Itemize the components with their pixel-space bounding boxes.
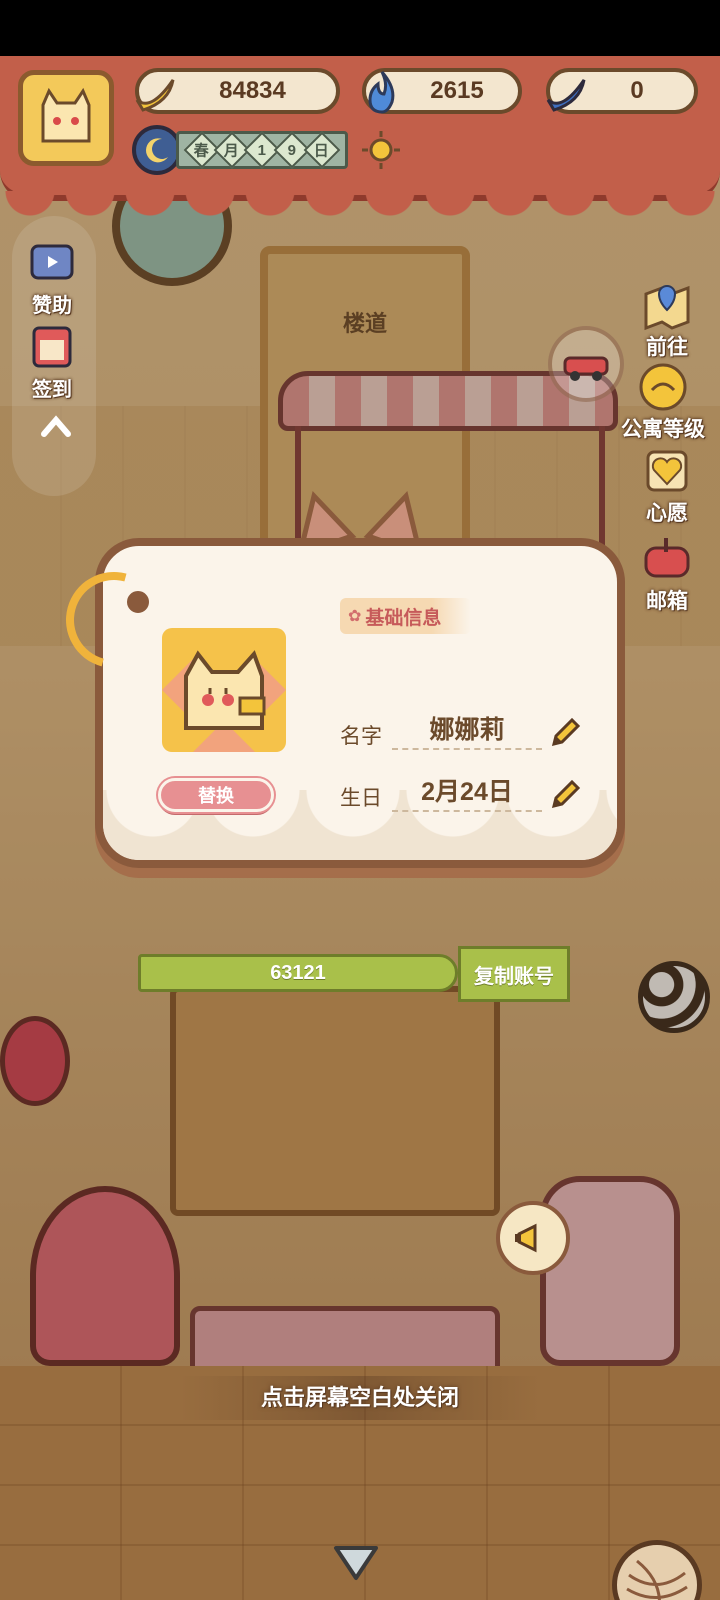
edit-birthday-pencil-icon[interactable] [548,778,582,812]
apartment-level-button[interactable]: 公寓等级 [608,356,718,443]
goto-button[interactable]: 前往 [612,274,720,361]
blue-banana-icon [546,79,586,112]
megaphone-button[interactable] [496,1201,570,1275]
game-scene[interactable]: 楼道 84834 2615 0 春 月 1 9 日 赞助 签到 前往 公寓等级 … [0,56,720,1600]
birthday-label: 生日 [340,787,382,810]
date-day-char: 日 [314,142,330,160]
date-digit-2: 9 [287,141,297,159]
account-id: 63121 [138,954,458,992]
checkin-label: 签到 [32,379,72,401]
birthday-value: 2月24日 [392,772,542,812]
heart-icon [646,450,688,492]
car-icon [563,356,609,381]
cat-toast-portrait-icon [162,650,286,752]
status-bar [0,0,720,56]
collapse-up-arrow-icon[interactable] [36,408,76,448]
mailbox-button[interactable]: 邮箱 [612,528,720,615]
binder-hole [122,586,154,618]
clover-icon: ✿ [348,608,362,625]
flame-currency[interactable]: 2615 [362,68,522,114]
map-pin-icon [644,284,690,331]
cat-toast-avatar-icon [41,87,91,143]
basic-info-header: ✿ 基础信息 [340,598,472,634]
banana-icon [135,79,175,112]
name-label: 名字 [340,725,382,748]
wish-button[interactable]: 心愿 [612,440,720,527]
name-field: 名字 娜娜莉 [340,710,582,750]
calendar-checkin-icon [32,326,72,368]
profile-avatar[interactable] [162,628,286,752]
apartment-level-label: 公寓等级 [621,418,705,441]
mailbox-icon [644,538,690,578]
banana-currency[interactable]: 84834 [135,68,340,114]
expand-down-arrow-icon[interactable] [330,1540,382,1586]
wish-label: 心愿 [646,502,688,525]
calendar-date[interactable]: 春 月 1 9 日 [132,125,402,175]
blue-banana-currency[interactable]: 0 [546,68,698,114]
checkin-button[interactable]: 签到 [12,318,92,402]
date-month-char: 月 [224,142,240,160]
mailbox-label: 邮箱 [646,590,688,613]
birthday-field: 生日 2月24日 [340,772,582,812]
tv-icon [30,244,74,280]
megaphone-icon [515,1223,537,1253]
blue-flame-icon [368,71,395,114]
date-season: 春 [194,142,210,160]
moon-clock-icon [132,125,182,175]
sponsor-button[interactable]: 赞助 [12,234,92,318]
name-value: 娜娜莉 [392,710,542,750]
copy-account-button[interactable]: 复制账号 [458,946,570,1002]
sun-icon[interactable] [360,129,402,171]
edit-name-pencil-icon[interactable] [548,716,582,750]
close-hint: 点击屏幕空白处关闭 [180,1376,540,1420]
apartment-badge-icon [639,363,687,411]
player-avatar-button[interactable] [18,70,114,166]
date-ribbon: 春 月 1 9 日 [176,131,348,169]
replace-avatar-button[interactable]: 替换 [158,778,274,812]
basic-info-title: 基础信息 [365,607,442,629]
yarn-ball-button[interactable] [612,1540,702,1600]
yarn-ball-icon [626,1559,688,1600]
date-digit-1: 1 [257,141,267,159]
sponsor-label: 赞助 [32,295,72,317]
